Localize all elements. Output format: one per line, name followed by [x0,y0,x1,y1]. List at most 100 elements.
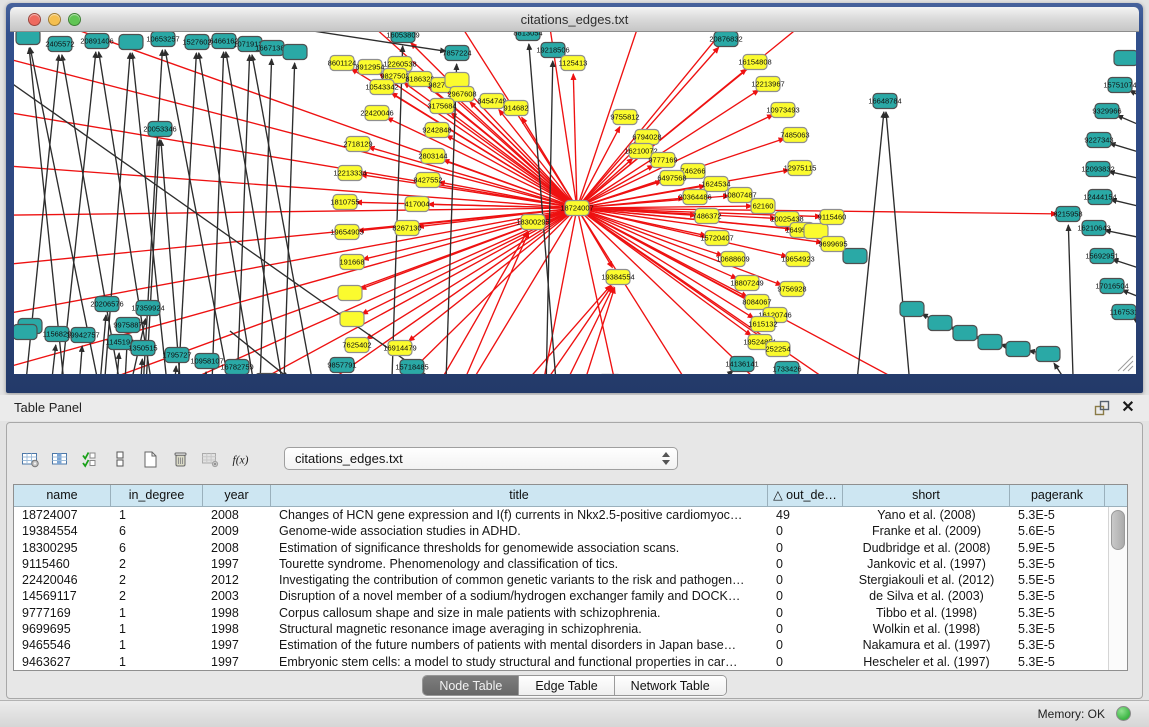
graph-node[interactable] [1082,221,1106,236]
graph-node[interactable] [48,37,72,52]
graph-node[interactable] [695,209,719,224]
graph-node[interactable] [953,326,977,341]
graph-node[interactable] [225,360,249,375]
graph-node[interactable] [565,201,589,216]
graph-node[interactable] [786,252,810,267]
table-row[interactable]: 1456911722003Disruption of a novel membe… [14,588,1127,604]
graph-node[interactable] [1100,279,1124,294]
graph-node[interactable] [788,161,812,176]
graph-node[interactable] [255,374,279,375]
column-header-outde[interactable]: △ out_de… [768,485,843,506]
graph-node[interactable] [136,301,160,316]
graph-node[interactable] [388,341,412,356]
canvas-resize-grip[interactable] [1123,361,1133,371]
table-row[interactable]: 911546021997Tourette syndrome. Phenomeno… [14,556,1127,572]
graph-node[interactable] [635,130,659,145]
column-header-indegree[interactable]: in_degree [111,485,203,506]
table-row[interactable]: 1938455462009Genome-wide association stu… [14,523,1127,539]
graph-node[interactable] [195,354,219,369]
table-settings-button[interactable] [15,445,45,473]
graph-node[interactable] [783,128,807,143]
select-rows-button[interactable] [75,445,105,473]
graph-node[interactable] [425,123,449,138]
graph-node[interactable] [541,43,565,58]
graph-node[interactable] [346,137,370,152]
graph-node[interactable] [1112,305,1136,320]
graph-node[interactable] [85,34,109,49]
graph-node[interactable] [365,106,389,121]
graph-node[interactable] [714,32,738,47]
graph-node[interactable] [660,171,684,186]
graph-node[interactable] [395,221,419,236]
graph-node[interactable] [185,35,209,50]
graph-node[interactable] [751,199,775,214]
graph-node[interactable] [751,317,775,332]
table-row[interactable]: 946362711997Embryonic stem cells: a mode… [14,654,1127,670]
graph-node[interactable] [978,335,1002,350]
column-header-title[interactable]: title [271,485,768,506]
graph-node[interactable] [16,32,40,45]
graph-node[interactable] [1090,249,1114,264]
function-builder-button[interactable]: f(x) [225,445,255,473]
float-window-icon[interactable] [1093,399,1111,417]
graph-node[interactable] [119,35,143,50]
graph-node[interactable] [108,335,132,350]
graph-node[interactable] [416,173,440,188]
graph-node[interactable] [704,177,728,192]
canvas-resize-grip[interactable] [1128,366,1133,371]
graph-node[interactable] [445,46,469,61]
graph-node[interactable] [330,56,354,71]
row-height-button[interactable] [105,445,135,473]
graph-node[interactable] [1108,78,1132,93]
graph-node[interactable] [338,166,362,181]
graph-node[interactable] [283,45,307,60]
graph-node[interactable] [14,325,37,340]
graph-node[interactable] [721,252,745,267]
graph-node[interactable] [480,94,504,109]
memory-status-indicator[interactable] [1116,706,1131,721]
graph-node[interactable] [131,341,155,356]
graph-node[interactable] [629,144,653,159]
table-row[interactable]: 977716911998Corpus callosum shape and si… [14,605,1127,621]
graph-node[interactable] [45,327,69,342]
graph-node[interactable] [71,328,95,343]
graph-node[interactable] [900,302,924,317]
graph-node[interactable] [450,87,474,102]
table-row[interactable]: 1830029562008Estimation of significance … [14,540,1127,556]
graph-node[interactable] [358,60,382,75]
graph-node[interactable] [408,72,432,87]
network-table-selector[interactable]: citations_edges.txt [284,447,678,470]
graph-node[interactable] [1056,207,1080,222]
graph-node[interactable] [333,195,357,210]
graph-node[interactable] [1088,190,1112,205]
graph-node[interactable] [780,282,804,297]
column-header-name[interactable]: name [14,485,111,506]
graph-node[interactable] [743,55,767,70]
graph-node[interactable] [1114,51,1136,66]
graph-node[interactable] [521,215,545,230]
table-scrollbar[interactable] [1108,507,1127,670]
graph-node[interactable] [606,270,630,285]
graph-node[interactable] [1095,104,1119,119]
graph-node[interactable] [400,360,424,375]
tab-edge-table[interactable]: Edge Table [519,676,614,695]
graph-node[interactable] [116,318,140,333]
graph-node[interactable] [504,101,528,116]
graph-node[interactable] [928,316,952,331]
graph-node[interactable] [1087,133,1111,148]
graph-node[interactable] [683,190,707,205]
network-canvas[interactable]: 2405572208914061065325715276026466162107… [14,32,1136,374]
graph-node[interactable] [775,362,799,375]
table-row[interactable]: 946554611997Estimation of the future num… [14,637,1127,653]
graph-node[interactable] [756,77,780,92]
delete-table-button[interactable] [165,445,195,473]
graph-node[interactable] [430,99,454,114]
tab-node-table[interactable]: Node Table [423,676,519,695]
table-row[interactable]: 2242004622012Investigating the contribut… [14,572,1127,588]
graph-node[interactable] [1036,347,1060,362]
graph-node[interactable] [1086,162,1110,177]
graph-node[interactable] [445,73,469,88]
table-scrollbar-thumb[interactable] [1111,510,1125,550]
graph-node[interactable] [651,153,675,168]
graph-node[interactable] [238,37,262,52]
